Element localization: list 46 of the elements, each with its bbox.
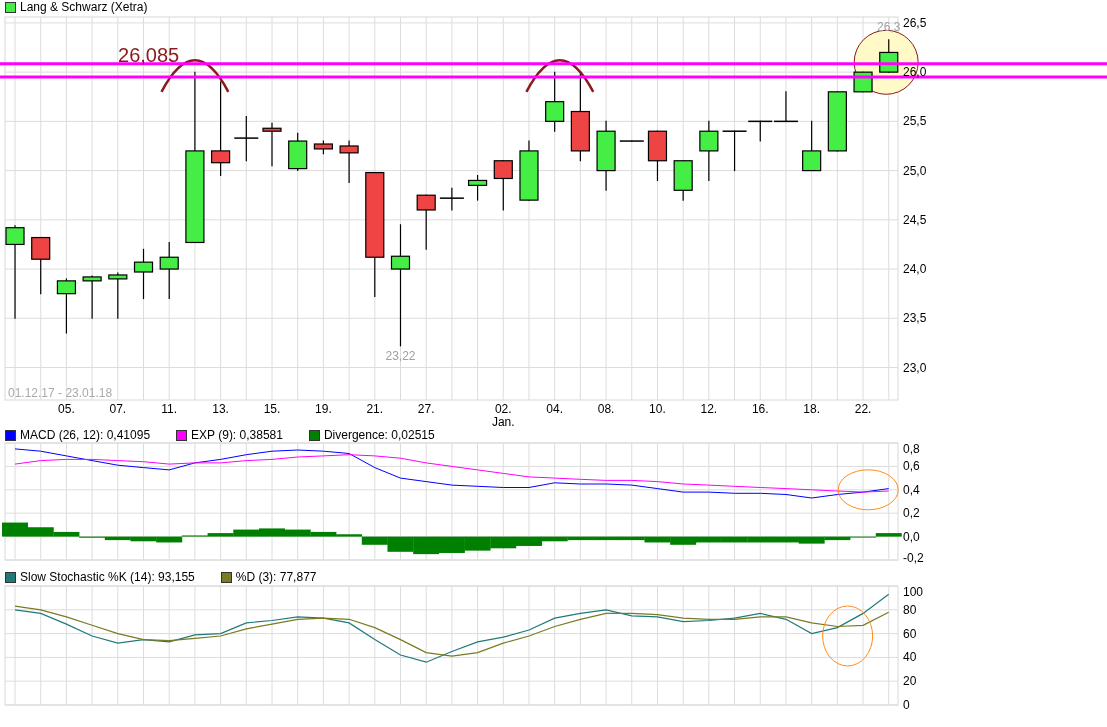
legend-label: MACD (26, 12): 0,41095 — [20, 428, 151, 442]
axis-label: 0,0 — [903, 529, 920, 544]
axis-label: 24,5 — [903, 212, 927, 227]
axis-label: 16. — [751, 402, 769, 416]
axis-label: 27. — [417, 402, 435, 416]
axis-label: 25,5 — [903, 114, 927, 129]
axis-label: 0,4 — [903, 482, 920, 497]
axis-label: 0,8 — [903, 442, 920, 456]
extreme-value-label: 23,22 — [385, 348, 416, 363]
legend-label: Divergence: 0,02515 — [323, 428, 435, 442]
axis-label: 05. — [58, 402, 75, 416]
axis-label: 80 — [903, 602, 917, 617]
axis-label: 26,5 — [903, 15, 927, 30]
axis-label: 22. — [854, 402, 872, 416]
axis-label: 13. — [212, 402, 229, 416]
axis-label: 11. — [161, 402, 178, 416]
axis-label: 04. — [546, 402, 563, 416]
axis-label: 12. — [700, 402, 718, 416]
legend-label: %D (3): 77,877 — [235, 570, 317, 584]
axis-label: 10. — [649, 402, 666, 416]
date-range-label: 01.12.17 - 23.01.18 — [8, 386, 113, 400]
legend-label: Slow Stochastic %K (14): 93,155 — [20, 570, 195, 584]
price-level-label: 26,085 — [118, 43, 180, 66]
axis-label: 18. — [803, 402, 820, 416]
axis-label: 0,6 — [903, 459, 920, 474]
legend-label: EXP (9): 0,38581 — [191, 428, 283, 442]
axis-label: 25,0 — [903, 163, 927, 178]
axis-label: 24,0 — [903, 262, 927, 277]
axis-label: 20 — [903, 674, 917, 689]
axis-label: 15. — [263, 402, 281, 416]
axis-label: 23,0 — [903, 360, 927, 375]
axis-label: 21. — [366, 402, 384, 416]
axis-label: -0,2 — [903, 551, 924, 565]
legend-label: Lang & Schwarz (Xetra) — [20, 0, 148, 14]
axis-label: 02. Jan. — [491, 402, 515, 429]
extreme-value-label: 26,3 — [877, 19, 901, 34]
axis-label: 40 — [903, 650, 917, 665]
axis-label: 26,0 — [903, 65, 927, 80]
axis-label: 0,2 — [903, 506, 920, 521]
axis-label: 60 — [903, 626, 917, 641]
axis-label: 100 — [903, 585, 924, 599]
axis-label: 08. — [597, 402, 615, 416]
axis-label: 07. — [109, 402, 127, 416]
axis-label: 19. — [315, 402, 332, 416]
axis-label: 23,5 — [903, 311, 927, 326]
axis-label: 0 — [903, 698, 910, 712]
